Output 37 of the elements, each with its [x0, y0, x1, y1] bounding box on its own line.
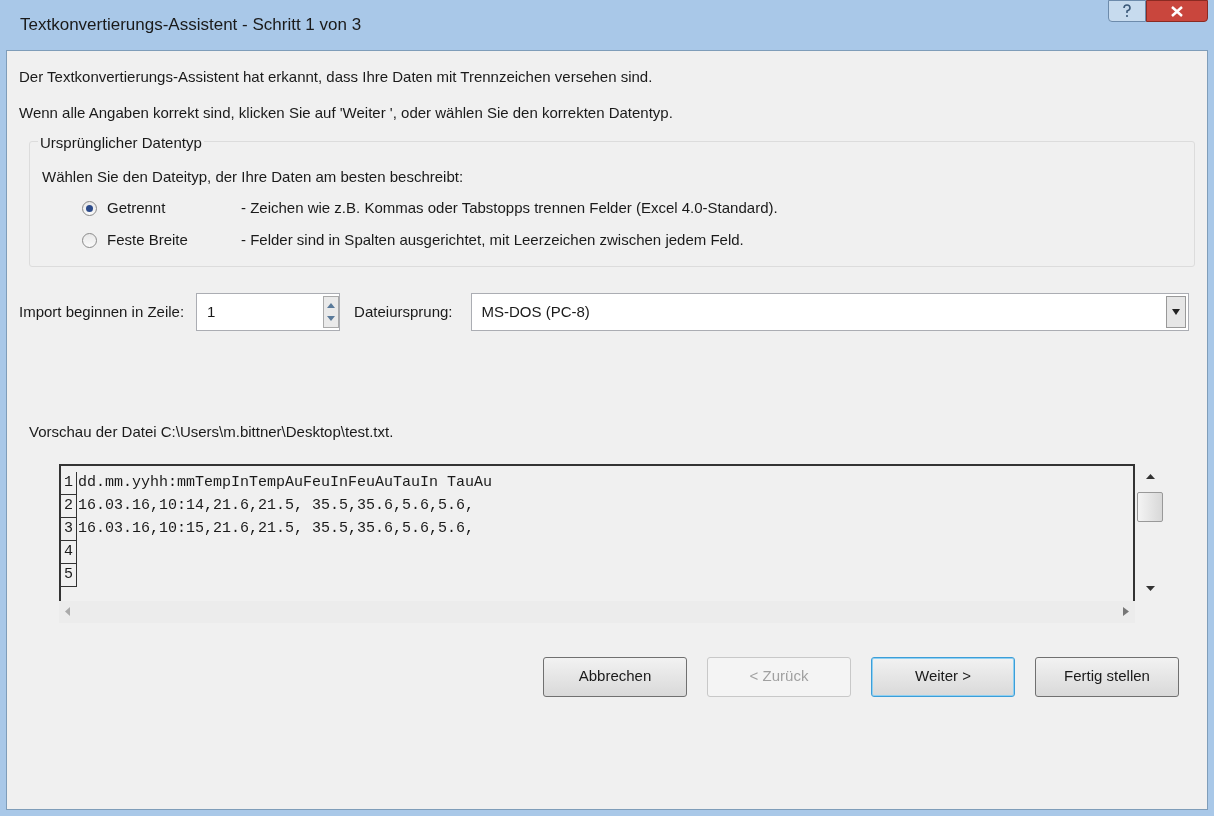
dialog-button[interactable]: Abbrechen [543, 656, 687, 697]
radio-label[interactable]: Feste Breite [107, 228, 241, 252]
question-mark-icon [1122, 4, 1132, 18]
horizontal-scrollbar[interactable] [59, 600, 1135, 623]
preview-line: 16.03.16,10:14,21.6,21.5, 35.5,35.6,5.6,5.6, [77, 495, 475, 516]
start-row-spinner[interactable]: 1 [196, 293, 341, 331]
scroll-left-icon [65, 607, 71, 616]
start-row-label: Import beginnen in Zeile: [19, 301, 185, 322]
close-button[interactable] [1146, 0, 1208, 22]
origin-label: Dateiursprung: [354, 301, 453, 322]
scroll-right-icon [1123, 607, 1129, 616]
radio-label[interactable]: Getrennt [107, 196, 241, 220]
line-number: 3 [61, 517, 77, 541]
option-description: - Felder sind in Spalten ausgerichtet, mit Leerzeichen zwischen jedem Feld. [241, 229, 744, 250]
window-title: Textkonvertierungs-Assistent - Schritt 1 von 3 [20, 14, 362, 37]
intro-text: Wenn alle Angaben korrekt sind, klicken Sie auf 'Weiter ', oder wählen Sie den korrekten Datentyp. [19, 103, 674, 123]
dialog-button[interactable]: Weiter > [871, 656, 1015, 697]
preview-line: 16.03.16,10:15,21.6,21.5, 35.5,35.6,5.6,5.6, [77, 518, 475, 539]
line-number: 1 [61, 471, 77, 495]
scroll-thumb[interactable] [1137, 492, 1163, 522]
line-number: 2 [61, 494, 77, 518]
line-number: 5 [61, 563, 77, 587]
scroll-down-icon [1145, 585, 1155, 591]
help-button[interactable] [1108, 0, 1146, 22]
close-icon [1171, 5, 1183, 17]
spin-arrows-icon [323, 296, 340, 328]
preview-title: Vorschau der Datei C:\Users\m.bittner\Desktop\test.txt. [29, 422, 395, 442]
radio-button[interactable] [82, 232, 97, 248]
prompt-text: Wählen Sie den Dateityp, der Ihre Daten am besten beschreibt: [42, 167, 465, 187]
option-description: - Zeichen wie z.B. Kommas oder Tabstopps trennen Felder (Excel 4.0-Standard). [241, 197, 778, 218]
radio-button[interactable] [82, 200, 97, 216]
dialog-button[interactable]: Fertig stellen [1035, 656, 1179, 697]
scroll-up-icon [1145, 473, 1155, 479]
preview-line: dd.mm.yyhh:mmTempInTempAuFeuInFeuAuTauIn TauAu [77, 472, 493, 493]
line-number: 4 [61, 540, 77, 564]
origin-dropdown[interactable]: MS-DOS (PC-8) [470, 293, 1189, 331]
intro-text: Der Textkonvertierungs-Assistent hat erkannt, dass Ihre Daten mit Trennzeichen versehen sind. [19, 67, 654, 87]
